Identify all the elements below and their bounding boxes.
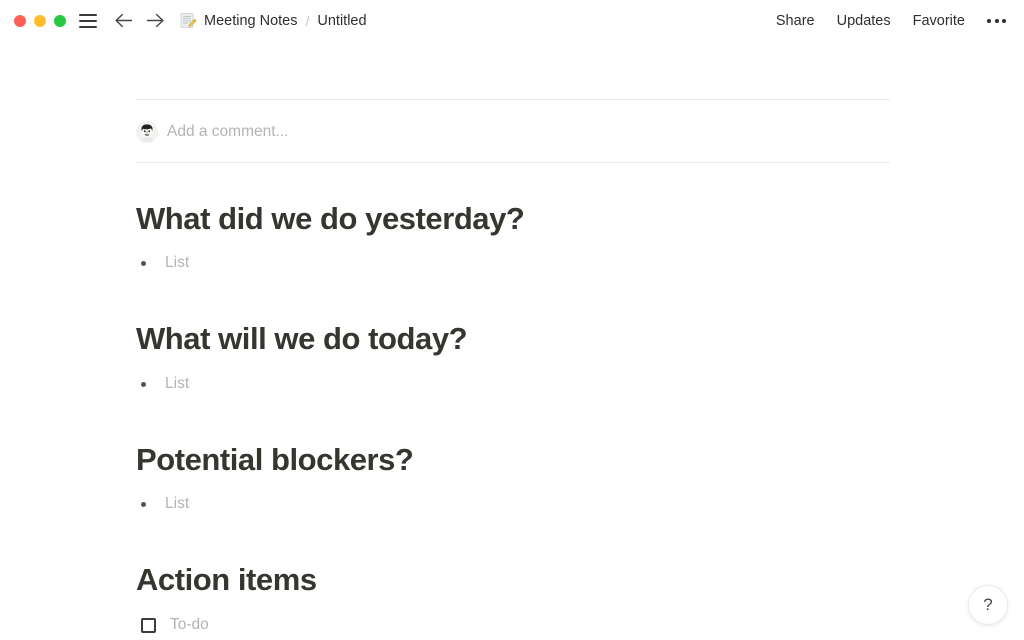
comment-divider-bottom <box>136 162 890 163</box>
section-heading[interactable]: What will we do today? <box>136 321 468 357</box>
more-dot <box>994 18 999 23</box>
bullet-icon <box>136 381 154 387</box>
comment-divider-top <box>136 99 890 100</box>
todo-list-item[interactable]: To-do <box>136 614 209 636</box>
titlebar-actions: Share Updates Favorite <box>776 13 1010 29</box>
breadcrumb-separator: / <box>305 12 310 29</box>
more-dot <box>987 18 991 23</box>
list-item-placeholder: List <box>165 254 190 271</box>
list-item-placeholder: List <box>165 375 190 392</box>
bullet-icon <box>136 260 154 266</box>
hamburger-line <box>79 13 97 16</box>
list-item-placeholder: List <box>165 495 190 512</box>
user-avatar <box>136 121 158 143</box>
comment-placeholder-text: Add a comment... <box>167 123 289 140</box>
todo-checkbox[interactable] <box>141 617 156 633</box>
section-heading[interactable]: What did we do yesterday? <box>136 201 525 237</box>
memo-icon <box>179 12 197 30</box>
hamburger-line <box>79 25 97 28</box>
bulleted-list-item[interactable]: List <box>136 493 189 515</box>
arrow-right-icon[interactable] <box>145 11 165 31</box>
breadcrumb: Meeting Notes / Untitled <box>204 13 367 29</box>
breadcrumb-workspace[interactable]: Meeting Notes <box>204 13 298 29</box>
share-button[interactable]: Share <box>776 13 815 29</box>
navigation-arrows <box>113 11 165 31</box>
minimize-window-button[interactable] <box>34 14 46 27</box>
hamburger-line <box>79 19 97 22</box>
maximize-window-button[interactable] <box>54 14 66 27</box>
window-controls <box>14 14 66 27</box>
document-page: Add a comment... What did we do yesterda… <box>0 41 1024 640</box>
favorite-button[interactable]: Favorite <box>913 13 965 29</box>
breadcrumb-page-title[interactable]: Untitled <box>317 13 366 29</box>
help-button[interactable]: ? <box>968 585 1008 625</box>
clipped-scrolled-text <box>136 41 436 49</box>
close-window-button[interactable] <box>14 14 26 27</box>
hamburger-menu-icon[interactable] <box>79 13 97 28</box>
window-titlebar: Meeting Notes / Untitled Share Updates F… <box>0 0 1024 41</box>
more-options-icon[interactable] <box>987 15 1006 27</box>
section-heading[interactable]: Potential blockers? <box>136 442 414 478</box>
bulleted-list-item[interactable]: List <box>136 373 189 395</box>
bullet-icon <box>136 501 154 507</box>
more-dot <box>1002 18 1006 23</box>
arrow-left-icon[interactable] <box>113 11 133 31</box>
updates-button[interactable]: Updates <box>837 13 891 29</box>
add-comment-row[interactable]: Add a comment... <box>136 119 288 145</box>
todo-item-placeholder: To-do <box>170 616 209 633</box>
bulleted-list-item[interactable]: List <box>136 252 189 274</box>
section-heading[interactable]: Action items <box>136 562 317 598</box>
